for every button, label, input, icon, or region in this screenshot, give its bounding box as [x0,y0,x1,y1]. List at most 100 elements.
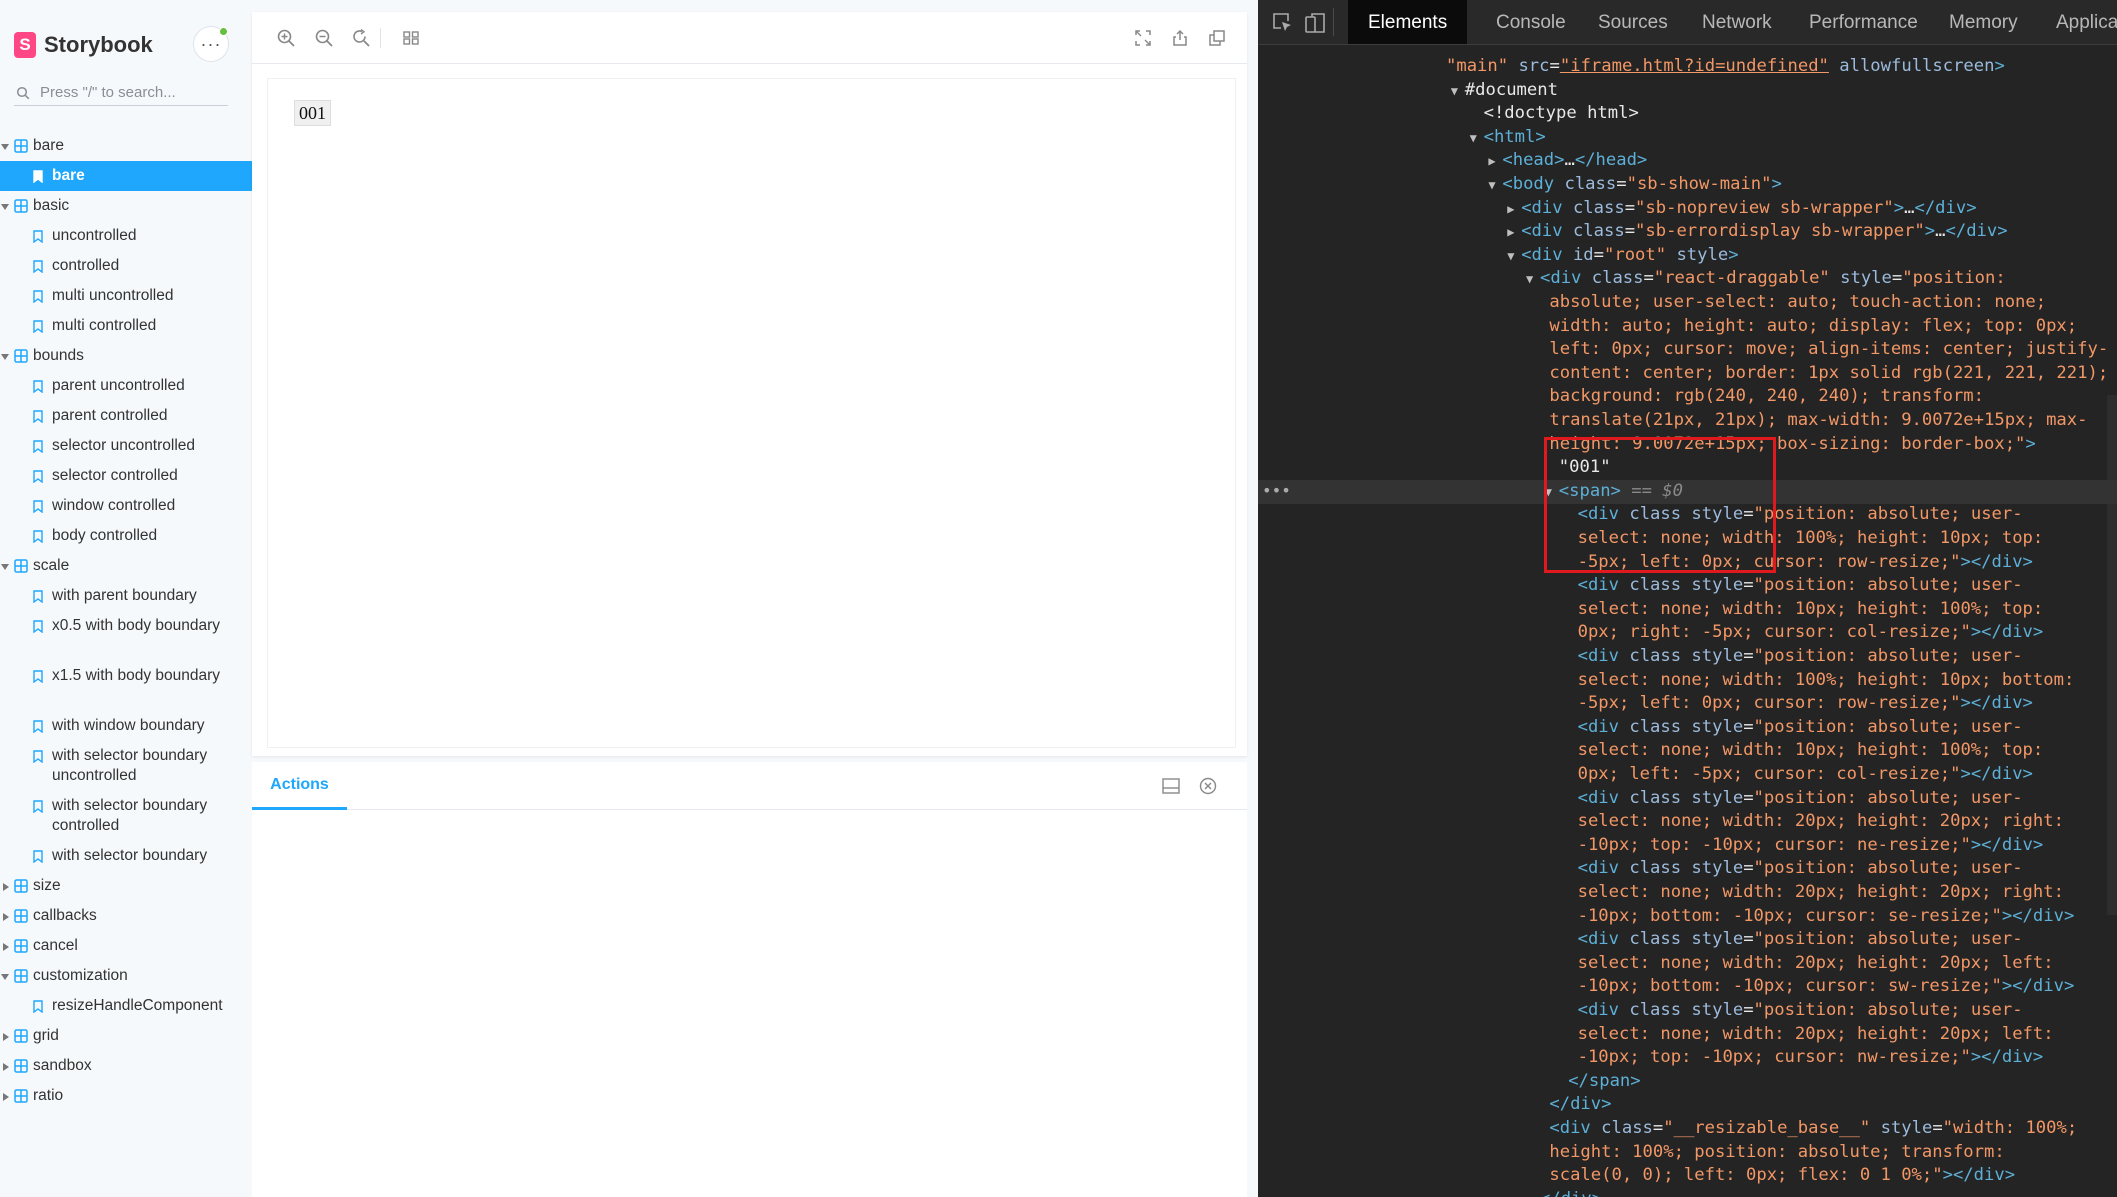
dom-node-line[interactable]: 0px; left: -5px; cursor: col-resize;"></… [1564,763,2033,787]
sidebar-component[interactable]: bare [0,131,252,161]
sidebar-story[interactable]: with selector boundary uncontrolled [0,741,252,791]
dom-node-line[interactable]: absolute; user-select: auto; touch-actio… [1535,291,2046,315]
dom-node-line[interactable]: <div class style="position: absolute; us… [1564,716,2023,740]
search-input[interactable] [38,83,208,102]
sidebar-story[interactable]: with selector boundary [0,841,252,871]
dom-node-line[interactable]: </span> [1554,1070,1640,1094]
copy-link-button[interactable] [1206,27,1228,49]
sidebar-story[interactable]: multi uncontrolled [0,281,252,311]
sidebar-story[interactable]: bare [0,161,252,191]
sidebar-story[interactable]: with window boundary [0,711,252,741]
dom-node-line[interactable]: ▼ <html> [1470,126,1546,151]
sidebar-component[interactable]: grid [0,1021,252,1051]
dom-node-line[interactable]: select: none; width: 20px; height: 20px;… [1564,810,2064,834]
sidebar-story[interactable]: selector uncontrolled [0,431,252,461]
brand[interactable]: S Storybook [14,30,153,60]
dom-node-line[interactable]: <div class style="position: absolute; us… [1564,787,2023,811]
sidebar-story[interactable]: parent controlled [0,401,252,431]
dom-node-line[interactable]: select: none; width: 20px; height: 20px;… [1564,952,2054,976]
dom-node-line[interactable]: -10px; bottom: -10px; cursor: se-resize;… [1564,905,2075,929]
dom-node-line[interactable]: <div class style="position: absolute; us… [1564,574,2023,598]
dom-node-line[interactable]: -5px; left: 0px; cursor: row-resize;"></… [1564,692,2033,716]
tab-actions[interactable]: Actions [252,762,347,810]
dom-node-line[interactable]: <div class style="position: absolute; us… [1564,999,2023,1023]
sidebar-story[interactable]: with parent boundary [0,581,252,611]
sidebar-component[interactable]: size [0,871,252,901]
dom-node-line[interactable]: -10px; top: -10px; cursor: nw-resize;"><… [1564,1046,2044,1070]
sidebar-story[interactable]: selector controlled [0,461,252,491]
sidebar-story[interactable]: with selector boundary controlled [0,791,252,841]
panel-close-button[interactable] [1198,776,1218,796]
sidebar-story[interactable]: uncontrolled [0,221,252,251]
devtools-tab-performance[interactable]: Performance [1809,0,1918,44]
sidebar-component[interactable]: ratio [0,1081,252,1111]
zoom-out-button[interactable] [313,27,335,49]
sidebar-story[interactable]: parent uncontrolled [0,371,252,401]
draggable-box[interactable]: 001 [294,100,331,126]
sidebar-story[interactable]: multi controlled [0,311,252,341]
devtools-tab-console[interactable]: Console [1496,0,1566,44]
sidebar-story[interactable]: body controlled [0,521,252,551]
zoom-in-button[interactable] [275,27,297,49]
expand-right-icon[interactable]: ▶ [1507,198,1521,222]
dom-node-line[interactable]: select: none; width: 10px; height: 100%;… [1564,739,2044,763]
device-toolbar-button[interactable] [1303,11,1327,35]
dom-node-line[interactable]: left: 0px; cursor: move; align-items: ce… [1535,338,2108,362]
sidebar-story[interactable]: resizeHandleComponent [0,991,252,1021]
dom-node-line[interactable]: ▼ <body class="sb-show-main"> [1488,173,1781,198]
dom-node-line[interactable]: <div class="__resizable_base__" style="w… [1535,1117,2077,1141]
sidebar-story[interactable]: controlled [0,251,252,281]
dom-node-line[interactable]: -10px; bottom: -10px; cursor: sw-resize;… [1564,975,2075,999]
devtools-scrollbar[interactable] [2107,395,2117,915]
sidebar-component[interactable]: scale [0,551,252,581]
sidebar-component[interactable]: bounds [0,341,252,371]
panel-orientation-button[interactable] [1161,776,1181,796]
dom-node-line[interactable]: </div> [1526,1188,1602,1197]
sidebar-component[interactable]: customization [0,961,252,991]
dom-node-line[interactable]: -10px; top: -10px; cursor: ne-resize;"><… [1564,834,2044,858]
dom-node-line[interactable]: height: 100%; position: absolute; transf… [1535,1141,2004,1165]
sidebar-story[interactable]: x0.5 with body boundary [0,611,252,661]
dom-node-line[interactable]: <!doctype html> [1470,102,1639,126]
devtools-tab-memory[interactable]: Memory [1949,0,2018,44]
devtools-tab-applica[interactable]: Applica [2056,0,2117,44]
dom-node-line[interactable]: </div> [1535,1093,1611,1117]
sidebar-component[interactable]: sandbox [0,1051,252,1081]
expand-right-icon[interactable]: ▶ [1507,221,1521,245]
zoom-reset-button[interactable] [350,27,372,49]
dom-node-line[interactable]: select: none; width: 20px; height: 20px;… [1564,881,2064,905]
dom-node-line[interactable]: ▼ <div id="root" style> [1507,244,1738,269]
dom-node-line[interactable]: "main" src="iframe.html?id=undefined" al… [1432,55,2005,79]
sidebar-story[interactable]: window controlled [0,491,252,521]
dom-node-line[interactable]: ▼ #document [1451,79,1558,104]
dom-node-line[interactable]: select: none; width: 100%; height: 10px;… [1564,669,2075,693]
dom-node-line[interactable]: select: none; width: 10px; height: 100%;… [1564,598,2044,622]
dom-node-line[interactable]: ▶ <div class="sb-errordisplay sb-wrapper"… [1507,220,2007,245]
sidebar-story[interactable]: x1.5 with body boundary [0,661,252,711]
expand-down-icon[interactable]: ▼ [1526,268,1540,292]
sidebar-component[interactable]: basic [0,191,252,221]
dom-node-line[interactable]: ▼ <div class="react-draggable" style="pos… [1526,267,2006,292]
expand-down-icon[interactable]: ▼ [1507,245,1521,269]
dom-node-line[interactable]: ▶ <head>…</head> [1488,149,1647,174]
inspect-element-button[interactable] [1271,11,1295,35]
sidebar-component[interactable]: callbacks [0,901,252,931]
menu-button[interactable]: ··· [194,27,228,61]
dom-node-line[interactable]: translate(21px, 21px); max-width: 9.0072… [1535,409,2087,433]
dom-node-line[interactable]: <div class style="position: absolute; us… [1564,857,2023,881]
devtools-tab-sources[interactable]: Sources [1598,0,1668,44]
fullscreen-button[interactable] [1132,27,1154,49]
dom-node-line[interactable]: <div class style="position: absolute; us… [1564,928,2023,952]
devtools-tab-network[interactable]: Network [1702,0,1772,44]
dom-node-line[interactable]: content: center; border: 1px solid rgb(2… [1535,362,2108,386]
dom-node-line[interactable]: select: none; width: 20px; height: 20px;… [1564,1023,2054,1047]
expand-down-icon[interactable]: ▼ [1470,127,1484,151]
dom-node-line[interactable]: background: rgb(240, 240, 240); transfor… [1535,385,1984,409]
dom-node-line[interactable]: <div class style="position: absolute; us… [1564,645,2023,669]
dom-node-line[interactable]: scale(0, 0); left: 0px; flex: 0 1 0%;"><… [1535,1164,2015,1188]
dom-node-line[interactable]: 0px; right: -5px; cursor: col-resize;"><… [1564,621,2044,645]
expand-right-icon[interactable]: ▶ [1488,150,1502,174]
expand-down-icon[interactable]: ▼ [1488,174,1502,198]
devtools-tab-elements[interactable]: Elements [1348,0,1468,44]
expand-down-icon[interactable]: ▼ [1451,80,1465,104]
